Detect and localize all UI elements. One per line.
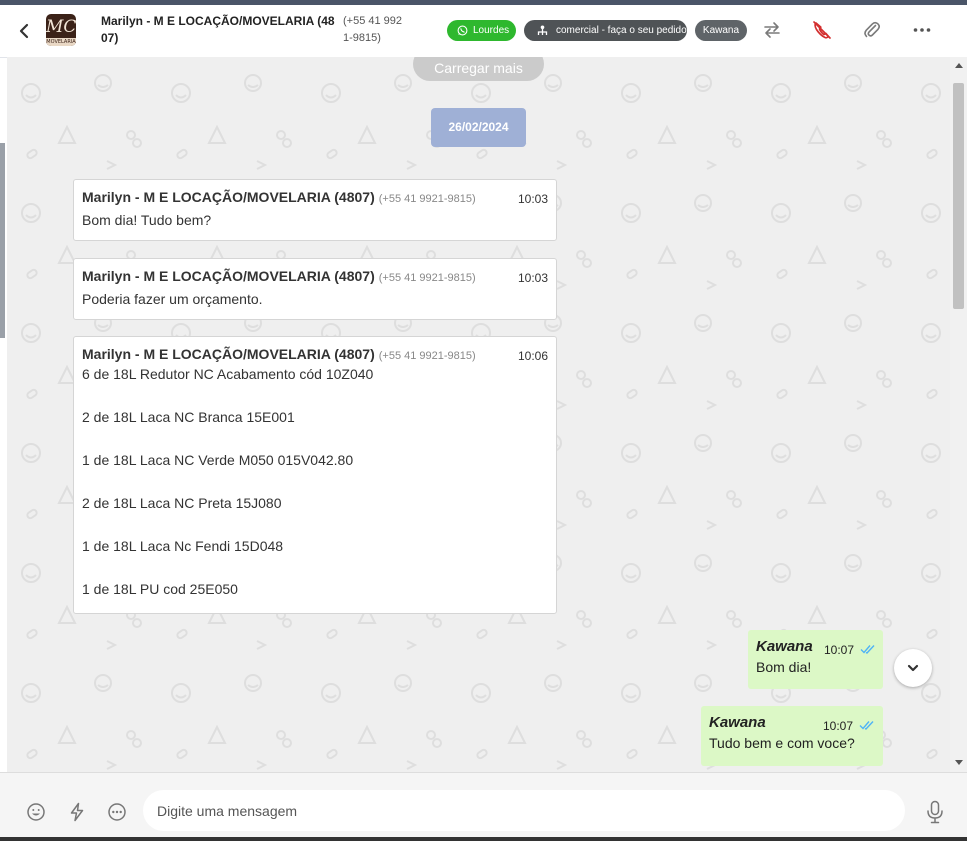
attach-paperclip-icon[interactable] (861, 19, 883, 41)
scroll-up-arrow-icon[interactable] (955, 63, 963, 68)
load-more-button[interactable]: Carregar mais (413, 57, 544, 81)
back-arrow-icon[interactable] (14, 21, 34, 41)
scroll-to-bottom-button[interactable] (894, 649, 932, 687)
department-tag-label: comercial - faça o seu pedido (556, 25, 687, 36)
hang-up-phone-icon[interactable] (811, 19, 833, 41)
more-options-icon[interactable] (911, 19, 933, 41)
message-sender: Marilyn - M E LOCAÇÃO/MOVELARIA (4807) (82, 189, 375, 205)
message-sender-phone: (+55 41 9921-9815) (378, 272, 476, 284)
whatsapp-connection-tag[interactable]: Lourdes (447, 20, 516, 41)
outgoing-message: Kawana 10:07 Bom dia! (748, 630, 883, 689)
left-panel-edge (0, 143, 5, 338)
message-composer (0, 772, 967, 841)
scrollbar-thumb[interactable] (953, 83, 964, 309)
message-text: Bom dia! (756, 659, 812, 675)
department-tree-icon (537, 25, 548, 35)
chat-scrollbar[interactable] (950, 57, 967, 772)
whatsapp-tag-label: Lourdes (473, 25, 510, 36)
message-time: 10:03 (517, 192, 548, 206)
contact-avatar[interactable]: MC MOVELARIA (46, 14, 76, 46)
more-actions-icon[interactable] (107, 802, 127, 822)
message-sender: Kawana (756, 638, 813, 655)
message-text: Bom dia! Tudo bem? (82, 212, 212, 228)
message-time: 10:06 (517, 349, 548, 363)
contact-phone: (+55 41 9921-9815) (343, 15, 403, 44)
message-time: 10:03 (517, 271, 548, 285)
chevron-down-icon (907, 664, 919, 672)
transfer-icon[interactable] (761, 19, 783, 41)
department-tag[interactable]: comercial - faça o seu pedido (524, 20, 687, 41)
agent-tag[interactable]: Kawana (695, 20, 747, 41)
message-sender: Marilyn - M E LOCAÇÃO/MOVELARIA (4807) (82, 268, 375, 284)
message-sender: Marilyn - M E LOCAÇÃO/MOVELARIA (4807) (82, 346, 375, 362)
message-time: 10:07 (824, 643, 855, 657)
avatar-logo-text: MC (46, 17, 76, 37)
message-input[interactable] (143, 790, 905, 831)
microphone-icon[interactable] (925, 800, 945, 824)
read-ticks-icon (860, 645, 875, 654)
incoming-message: Marilyn - M E LOCAÇÃO/MOVELARIA (4807) (+… (73, 179, 557, 241)
quick-replies-lightning-icon[interactable] (67, 802, 87, 822)
contact-name[interactable]: Marilyn - M E LOCAÇÃO/MOVELARIA (4807) (101, 13, 337, 47)
date-separator: 26/02/2024 (431, 108, 526, 147)
chat-header: MC MOVELARIA Marilyn - M E LOCAÇÃO/MOVEL… (0, 5, 967, 58)
avatar-logo-subtext: MOVELARIA (46, 38, 76, 46)
scroll-down-arrow-icon[interactable] (955, 760, 963, 765)
whatsapp-icon (457, 25, 468, 36)
incoming-message: Marilyn - M E LOCAÇÃO/MOVELARIA (4807) (+… (73, 336, 557, 614)
message-sender-phone: (+55 41 9921-9815) (378, 350, 476, 362)
message-sender-phone: (+55 41 9921-9815) (378, 193, 476, 205)
chat-messages-area[interactable]: Carregar mais 26/02/2024 Marilyn - M E L… (7, 57, 950, 772)
message-text: 6 de 18L Redutor NC Acabamento cód 10Z04… (82, 366, 374, 597)
message-text: Tudo bem e com voce? (709, 735, 855, 751)
emoji-icon[interactable] (26, 802, 46, 822)
read-ticks-icon (859, 721, 874, 730)
message-time: 10:07 (823, 719, 854, 733)
incoming-message: Marilyn - M E LOCAÇÃO/MOVELARIA (4807) (+… (73, 258, 557, 320)
bottom-strip (0, 837, 967, 841)
outgoing-message: Kawana 10:07 Tudo bem e com voce? (701, 706, 883, 766)
message-text: Poderia fazer um orçamento. (82, 291, 263, 307)
